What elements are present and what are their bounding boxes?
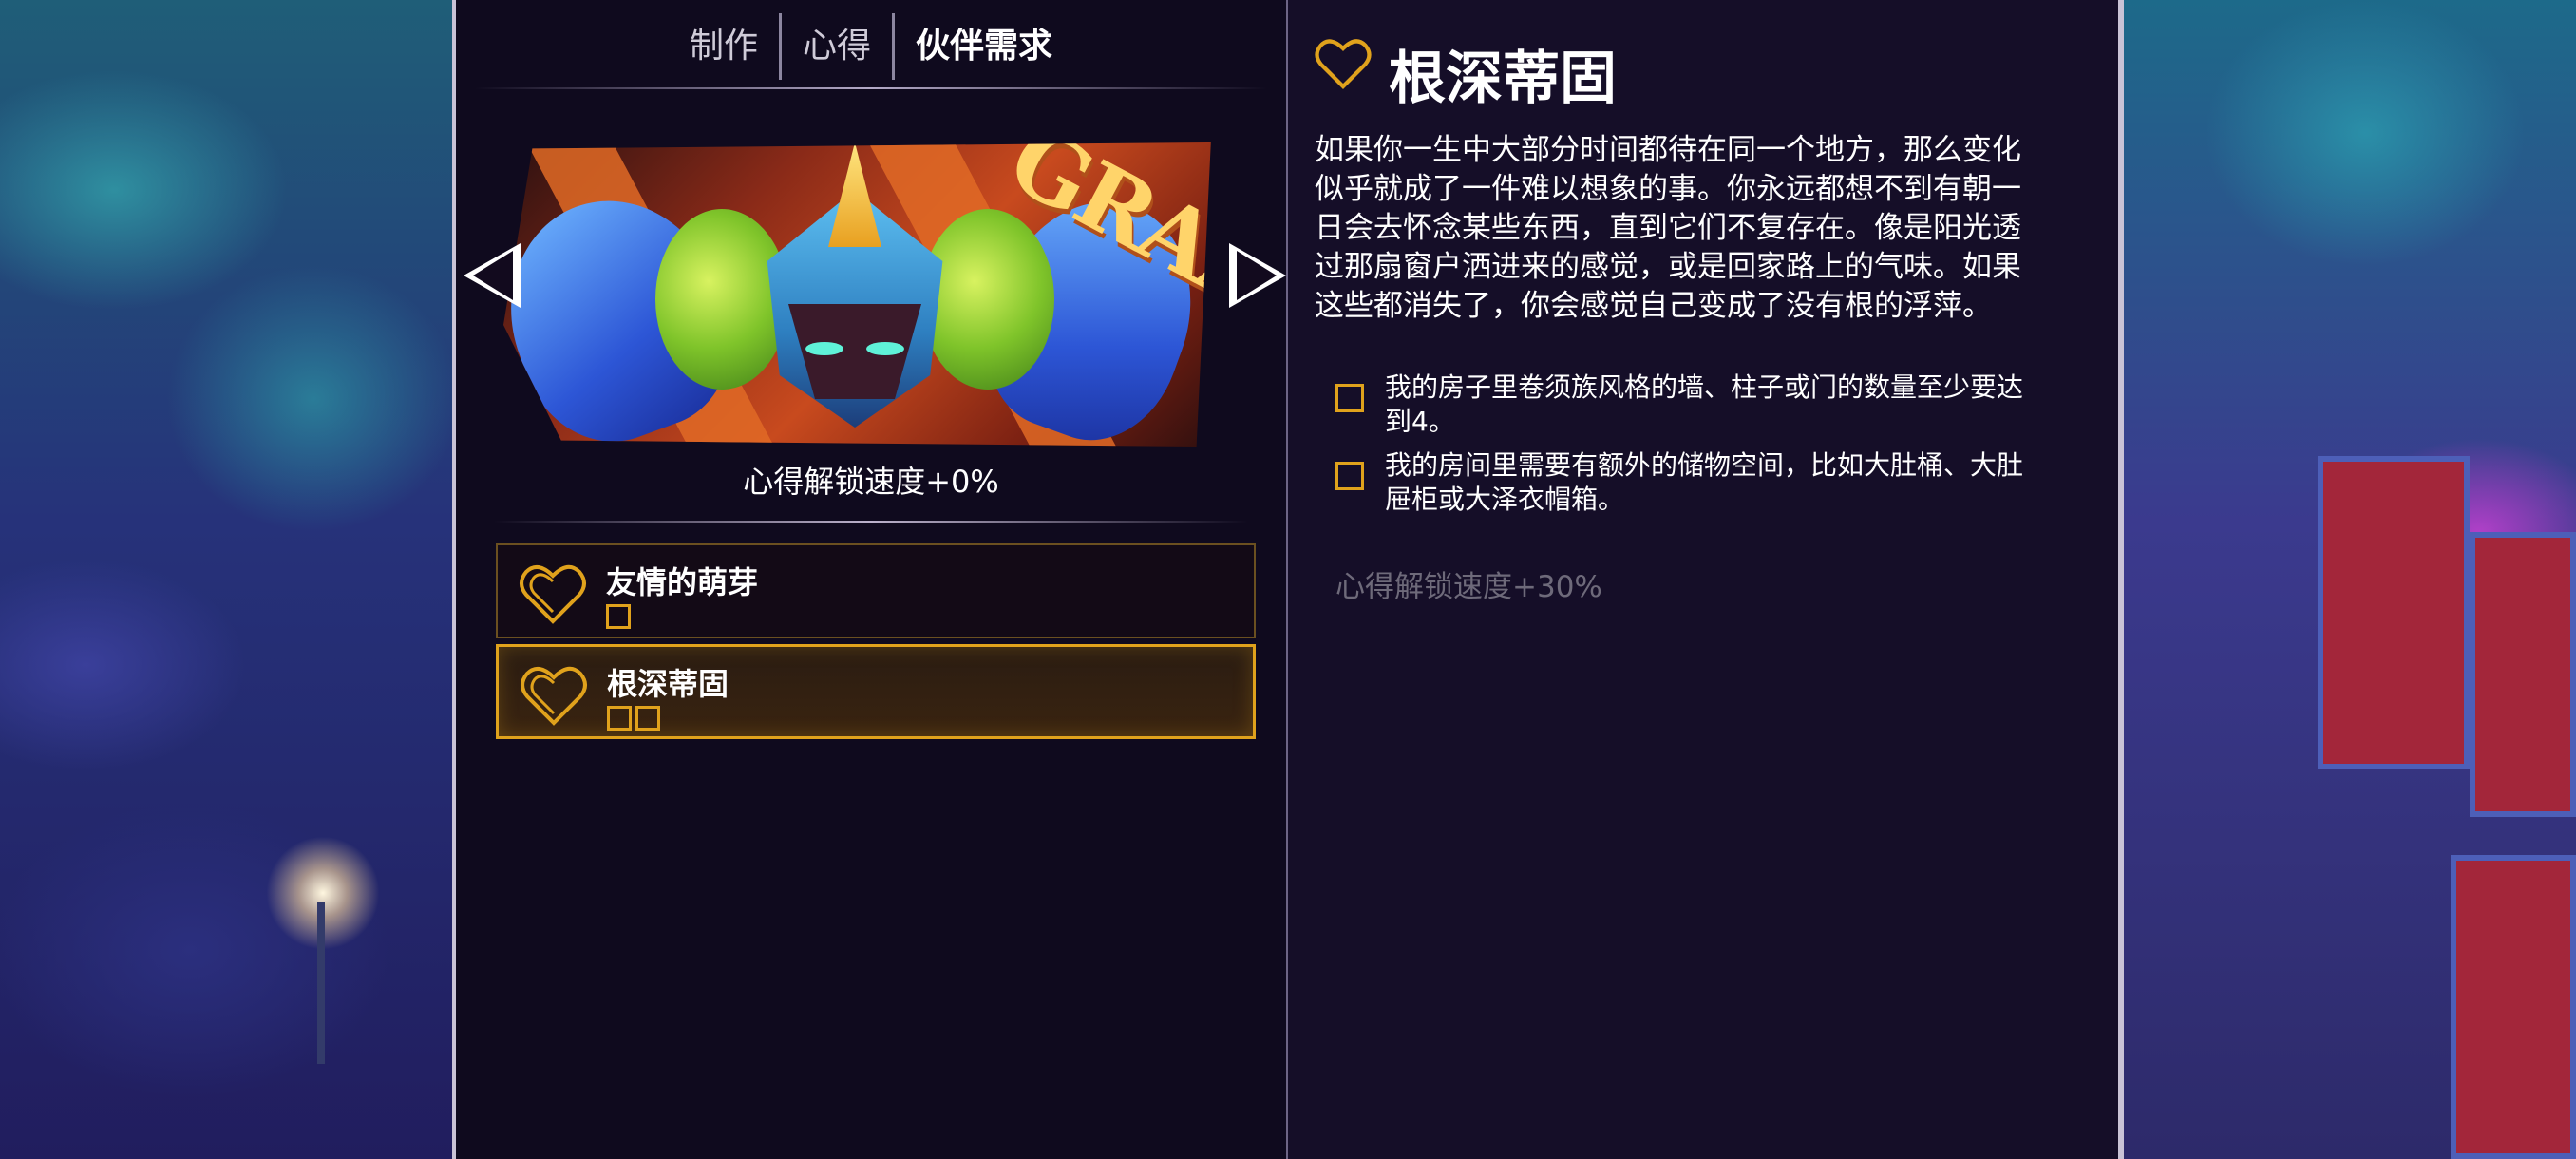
requirement-item: 我的房子里卷须族风格的墙、柱子或门的数量至少要达 到4。 <box>1335 370 2086 439</box>
heart-outline-icon <box>1315 39 1372 89</box>
insight-item-deep-roots[interactable]: 根深蒂固 <box>496 644 1256 739</box>
insight-unlock-bonus: 心得解锁速度+30% <box>1335 570 1602 604</box>
insight-title: 根深蒂固 <box>607 666 729 702</box>
section-divider <box>494 521 1248 522</box>
tab-insights[interactable]: 心得 <box>782 13 892 80</box>
empty-square-icon <box>1335 384 1364 412</box>
insight-progress <box>606 604 631 629</box>
companion-eye <box>805 342 843 355</box>
insight-item-friendship-sprout[interactable]: 友情的萌芽 <box>496 543 1256 638</box>
torch-post <box>317 902 325 1064</box>
empty-square-icon <box>1335 462 1364 490</box>
red-fence-wall <box>2470 532 2576 817</box>
insight-detail-panel: 根深蒂固 如果你一生中大部分时间都待在同一个地方，那么变化 似乎就成了一件难以想… <box>1288 0 2124 1159</box>
requirement-text: 我的房间里需要有额外的储物空间，比如大肚桶、大肚 屉柜或大泽衣帽箱。 <box>1385 449 2024 515</box>
insight-description: 如果你一生中大部分时间都待在同一个地方，那么变化 似乎就成了一件难以想象的事。你… <box>1315 133 2021 323</box>
companion-panel: 制作 心得 伙伴需求 GRAAA 心得解锁速度+0% 友情的萌芽 根深蒂固 <box>452 0 1288 1159</box>
empty-square-icon <box>607 706 632 731</box>
red-fence-wall <box>2451 855 2576 1159</box>
requirement-item: 我的房间里需要有额外的储物空间，比如大肚桶、大肚 屉柜或大泽衣帽箱。 <box>1335 448 2086 517</box>
triangle-left-icon[interactable] <box>464 243 521 308</box>
tab-crafting[interactable]: 制作 <box>669 13 779 80</box>
tab-companion-requests[interactable]: 伙伴需求 <box>895 13 1073 80</box>
empty-square-icon <box>635 706 660 731</box>
companion-horn-right <box>921 209 1054 390</box>
forest-area-left <box>0 0 456 1159</box>
companion-horn-left <box>655 209 788 390</box>
heart-outline-icon <box>520 564 586 624</box>
insight-detail-title: 根深蒂固 <box>1389 46 1617 112</box>
companion-crest <box>828 142 881 247</box>
companion-unlock-speed: 心得解锁速度+0% <box>743 464 999 500</box>
companion-portrait-banner: GRAAA <box>503 142 1211 446</box>
tab-bar: 制作 心得 伙伴需求 <box>456 13 1286 80</box>
insight-progress <box>607 706 660 731</box>
empty-square-icon <box>606 604 631 629</box>
heart-outline-icon <box>521 666 587 726</box>
requirement-text: 我的房子里卷须族风格的墙、柱子或门的数量至少要达 到4。 <box>1385 371 2024 437</box>
insight-title: 友情的萌芽 <box>606 564 759 600</box>
companion-eye <box>866 342 904 355</box>
tab-underline <box>475 87 1267 89</box>
triangle-right-icon[interactable] <box>1229 243 1286 308</box>
red-fence-wall <box>2318 456 2470 770</box>
